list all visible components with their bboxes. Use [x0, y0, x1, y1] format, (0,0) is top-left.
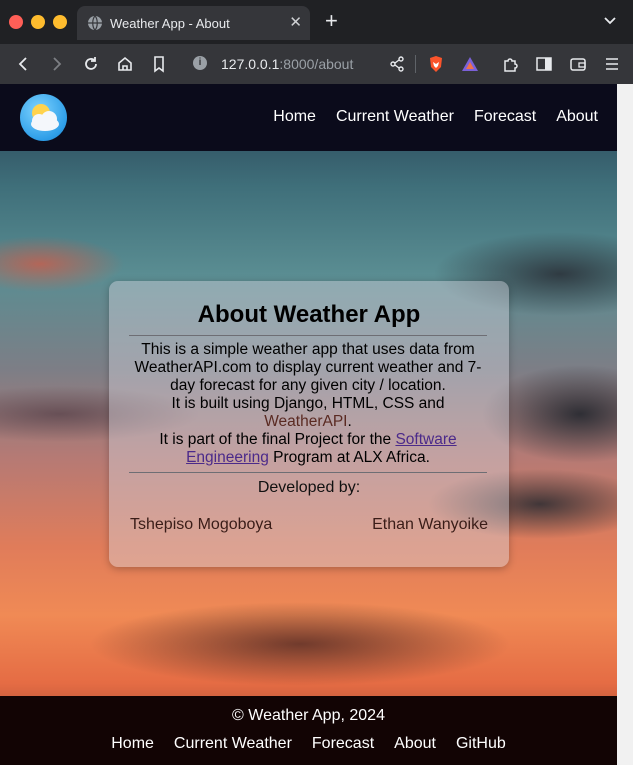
developers-divider — [129, 472, 487, 473]
developed-by-label: Developed by: — [257, 479, 361, 496]
page-scrollbar[interactable] — [617, 84, 633, 765]
developer-name: Tshepiso Mogoboya — [130, 516, 273, 533]
tab-list-chevron-icon[interactable] — [602, 12, 618, 28]
extensions-icon[interactable] — [500, 54, 520, 74]
share-icon[interactable] — [387, 54, 407, 74]
copyright-text: © Weather App, 2024 — [232, 707, 385, 724]
weatherapi-text: WeatherAPI — [264, 413, 348, 430]
browser-toolbar: i 127.0.0.1:8000/about — [0, 44, 633, 84]
footer-link-current-weather[interactable]: Current Weather — [174, 735, 292, 753]
title-divider — [129, 335, 487, 336]
window-close-button[interactable] — [9, 15, 23, 29]
window-minimize-button[interactable] — [31, 15, 45, 29]
site-navbar: Home Current Weather Forecast About — [0, 84, 617, 151]
nav-links: Home Current Weather Forecast About — [273, 108, 598, 126]
about-card: About Weather App This is a simple weath… — [109, 281, 509, 567]
reload-icon[interactable] — [81, 54, 101, 74]
developer-name: Ethan Wanyoike — [372, 516, 488, 533]
address-bar[interactable]: i 127.0.0.1:8000/about — [184, 50, 420, 78]
footer-links: Home Current Weather Forecast About GitH… — [0, 735, 617, 753]
footer-link-home[interactable]: Home — [111, 735, 154, 753]
footer-link-forecast[interactable]: Forecast — [312, 735, 374, 753]
browser-tab-bar: Weather App - About ✕ + — [0, 0, 633, 44]
sidebar-icon[interactable] — [534, 54, 554, 74]
new-tab-icon[interactable]: + — [325, 9, 338, 33]
site-info-icon[interactable]: i — [193, 56, 207, 70]
description-line-3: It is part of the final Project for the … — [159, 431, 457, 466]
brave-shields-icon[interactable] — [426, 54, 446, 74]
description-line-1: This is a simple weather app that uses d… — [134, 341, 482, 394]
description-line-2: It is built using Django, HTML, CSS and … — [171, 395, 445, 430]
bookmark-icon[interactable] — [149, 54, 169, 74]
globe-icon — [88, 15, 102, 31]
menu-icon[interactable] — [602, 54, 622, 74]
window-maximize-button[interactable] — [53, 15, 67, 29]
home-icon[interactable] — [115, 54, 135, 74]
wallet-icon[interactable] — [568, 54, 588, 74]
nav-link-current-weather[interactable]: Current Weather — [336, 108, 454, 126]
url-text: 127.0.0.1:8000/about — [221, 56, 354, 72]
about-title: About Weather App — [197, 301, 421, 328]
browser-tab[interactable]: Weather App - About ✕ — [77, 6, 310, 40]
weather-cloud-sun-icon[interactable] — [20, 94, 67, 141]
about-description: This is a simple weather app that uses d… — [129, 341, 487, 467]
forward-icon[interactable] — [47, 54, 67, 74]
nav-link-forecast[interactable]: Forecast — [474, 108, 536, 126]
site-footer: © Weather App, 2024 Home Current Weather… — [0, 696, 617, 765]
page-viewport: Home Current Weather Forecast About Abou… — [0, 84, 617, 765]
tab-title: Weather App - About — [110, 16, 230, 31]
tab-close-icon[interactable]: ✕ — [289, 13, 302, 31]
brave-rewards-icon[interactable] — [460, 54, 480, 74]
footer-link-about[interactable]: About — [394, 735, 436, 753]
back-icon[interactable] — [13, 54, 33, 74]
nav-link-home[interactable]: Home — [273, 108, 316, 126]
footer-link-github[interactable]: GitHub — [456, 735, 506, 753]
nav-link-about[interactable]: About — [556, 108, 598, 126]
